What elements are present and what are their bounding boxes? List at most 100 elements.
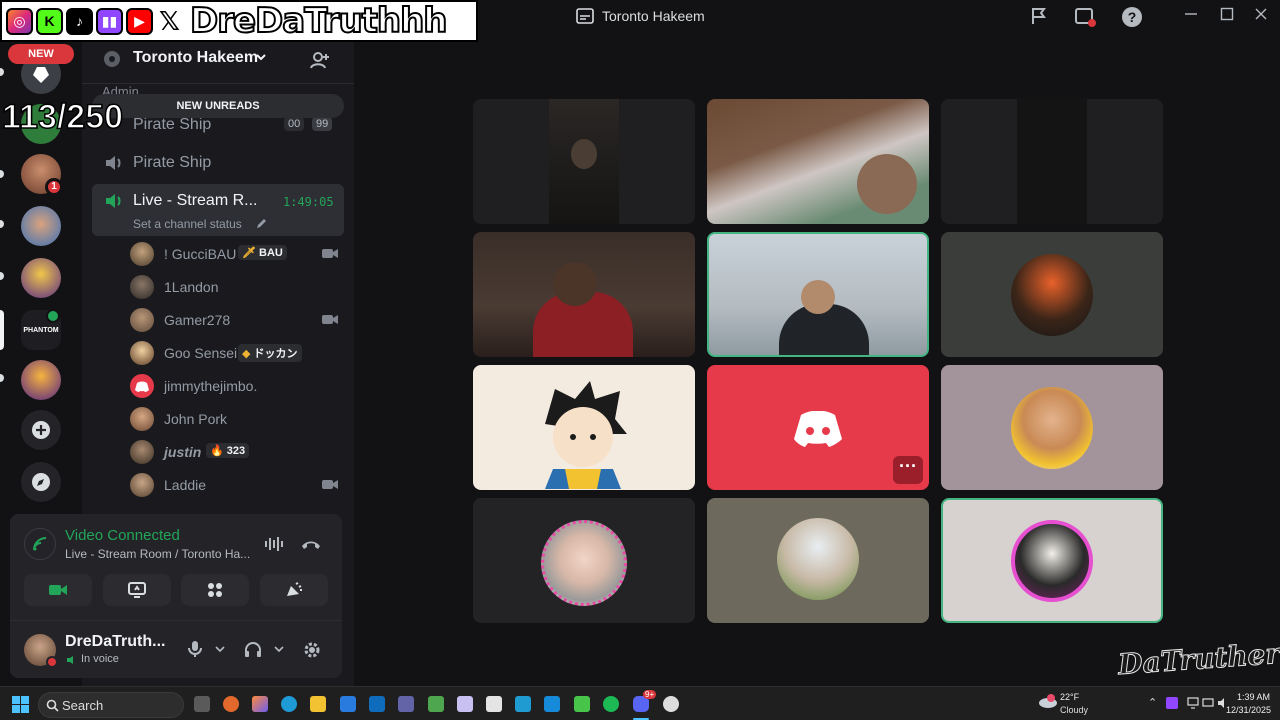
video-tile[interactable] — [707, 99, 929, 224]
camera-button[interactable] — [24, 574, 92, 606]
soundboard-button[interactable] — [260, 574, 328, 606]
video-tile[interactable] — [707, 498, 929, 623]
server-icon-7[interactable] — [21, 360, 61, 400]
user-status: In voice — [81, 653, 119, 665]
voice-connection-panel: Video Connected Live - Stream Room / Tor… — [10, 514, 342, 678]
voice-member[interactable]: Laddie — [130, 470, 340, 500]
taskbar-search[interactable]: Search — [38, 692, 184, 718]
minimize-icon[interactable] — [1180, 6, 1202, 28]
new-unreads-banner[interactable]: NEW UNREADS — [92, 94, 344, 118]
video-tile[interactable] — [473, 232, 695, 357]
app-icon-white[interactable] — [486, 696, 502, 712]
video-tile-speaking[interactable] — [941, 498, 1163, 623]
edge-icon[interactable] — [281, 696, 297, 712]
voice-member[interactable]: jimmythejimbo. — [130, 371, 340, 401]
more-options-button[interactable]: ··· — [893, 456, 923, 484]
store-icon[interactable] — [340, 696, 356, 712]
voice-location[interactable]: Live - Stream Room / Toronto Ha... — [65, 547, 250, 561]
channel-name: Pirate Ship — [133, 154, 212, 171]
firefox-icon[interactable] — [223, 696, 239, 712]
member-tag: 🗡 BAU — [238, 245, 287, 260]
server-name: Toronto Hakeem — [133, 49, 259, 66]
activities-button[interactable] — [181, 574, 249, 606]
spotify-icon[interactable] — [603, 696, 619, 712]
add-server-icon[interactable] — [21, 410, 61, 450]
video-tile-speaking[interactable] — [707, 232, 929, 357]
server-icon-5[interactable] — [21, 258, 61, 298]
app-icon-chrome[interactable] — [663, 696, 679, 712]
weather-temp[interactable]: 22°F — [1060, 692, 1079, 702]
task-view-icon[interactable] — [194, 696, 210, 712]
member-name: Gamer278 — [164, 312, 231, 328]
weather-desc[interactable]: Cloudy — [1060, 705, 1088, 715]
video-tile[interactable] — [941, 232, 1163, 357]
server-icon-4[interactable] — [21, 206, 61, 246]
video-camera-icon — [49, 585, 67, 595]
channel-status[interactable]: Set a channel status — [133, 217, 242, 231]
clock-date[interactable]: 12/31/2025 — [1226, 705, 1271, 715]
help-icon[interactable]: ? — [1121, 6, 1143, 28]
app-icon-lavender[interactable] — [457, 696, 473, 712]
voice-member[interactable]: Gamer278 — [130, 305, 340, 335]
x-icon: 𝕏 — [156, 6, 183, 36]
voice-member[interactable]: John Pork — [130, 404, 340, 434]
signal-icon[interactable] — [24, 528, 56, 560]
avatar — [130, 374, 154, 398]
video-tile[interactable]: ··· — [707, 365, 929, 490]
user-name[interactable]: DreDaTruth... — [65, 633, 165, 651]
noise-suppression-icon[interactable] — [264, 536, 284, 552]
microphone-icon[interactable] — [188, 640, 202, 658]
app-icon-teal[interactable] — [515, 696, 531, 712]
voice-member[interactable]: justin 🔥 323 — [130, 437, 340, 467]
app-icon-bright-green[interactable] — [574, 696, 590, 712]
windows-start-icon[interactable] — [12, 696, 29, 713]
member-tag: ◆ ドッカン — [238, 344, 302, 362]
voice-member[interactable]: 1Landon — [130, 272, 340, 302]
outlook-icon[interactable] — [369, 696, 385, 712]
voice-activity-icon — [46, 309, 60, 323]
discord-notification-badge: 9+ — [643, 690, 657, 699]
video-tile[interactable] — [941, 365, 1163, 490]
inbox-icon[interactable] — [1074, 6, 1096, 28]
kick-icon: K — [36, 7, 63, 35]
screen-share-button[interactable] — [103, 574, 171, 606]
participant-figure — [571, 139, 597, 169]
clock-time[interactable]: 1:39 AM — [1237, 692, 1270, 702]
video-tile[interactable] — [473, 498, 695, 623]
channel-pirate-ship-2[interactable]: Pirate Ship — [92, 146, 344, 180]
discover-icon[interactable] — [21, 462, 61, 502]
channel-name: Pirate Ship — [133, 116, 212, 133]
user-settings-gear-icon[interactable] — [302, 640, 322, 660]
user-limit-badge: 99 — [312, 117, 333, 131]
voice-member[interactable]: Goo Sensei ◆ ドッカン — [130, 338, 340, 368]
file-explorer-icon[interactable] — [310, 696, 326, 712]
pencil-icon[interactable] — [256, 218, 267, 229]
photos-icon[interactable] — [544, 696, 560, 712]
display-icon[interactable] — [1187, 697, 1199, 709]
network-icon[interactable] — [1202, 697, 1214, 709]
invite-people-icon[interactable] — [310, 50, 330, 70]
close-icon[interactable] — [1250, 6, 1272, 28]
sword-icon: 🗡 — [242, 247, 256, 259]
flag-icon[interactable] — [1028, 6, 1050, 28]
teams-icon[interactable] — [398, 696, 414, 712]
channel-live-stream-room[interactable]: Live - Stream R... 1:49:05 Set a channel… — [92, 184, 344, 236]
svg-text:?: ? — [1128, 9, 1137, 25]
user-count-badge: 00 — [284, 117, 305, 131]
video-tile[interactable] — [473, 365, 695, 490]
tray-twitch-icon[interactable] — [1166, 697, 1178, 709]
video-tile[interactable] — [473, 99, 695, 224]
participant-head — [801, 280, 835, 314]
tray-chevron-up-icon[interactable]: ⌃ — [1148, 696, 1157, 709]
copilot-icon[interactable] — [252, 696, 268, 712]
app-icon-green[interactable] — [428, 696, 444, 712]
headphones-icon[interactable] — [244, 641, 262, 657]
disconnect-icon[interactable] — [301, 538, 321, 550]
chevron-down-icon[interactable] — [215, 646, 225, 653]
chevron-down-icon[interactable] — [274, 646, 284, 653]
maximize-icon[interactable] — [1216, 6, 1238, 28]
discord-logo-icon — [135, 381, 149, 392]
new-badge[interactable]: NEW — [8, 44, 74, 64]
voice-member[interactable]: ! GucciBAU 🗡 BAU — [130, 239, 340, 269]
video-tile[interactable] — [941, 99, 1163, 224]
